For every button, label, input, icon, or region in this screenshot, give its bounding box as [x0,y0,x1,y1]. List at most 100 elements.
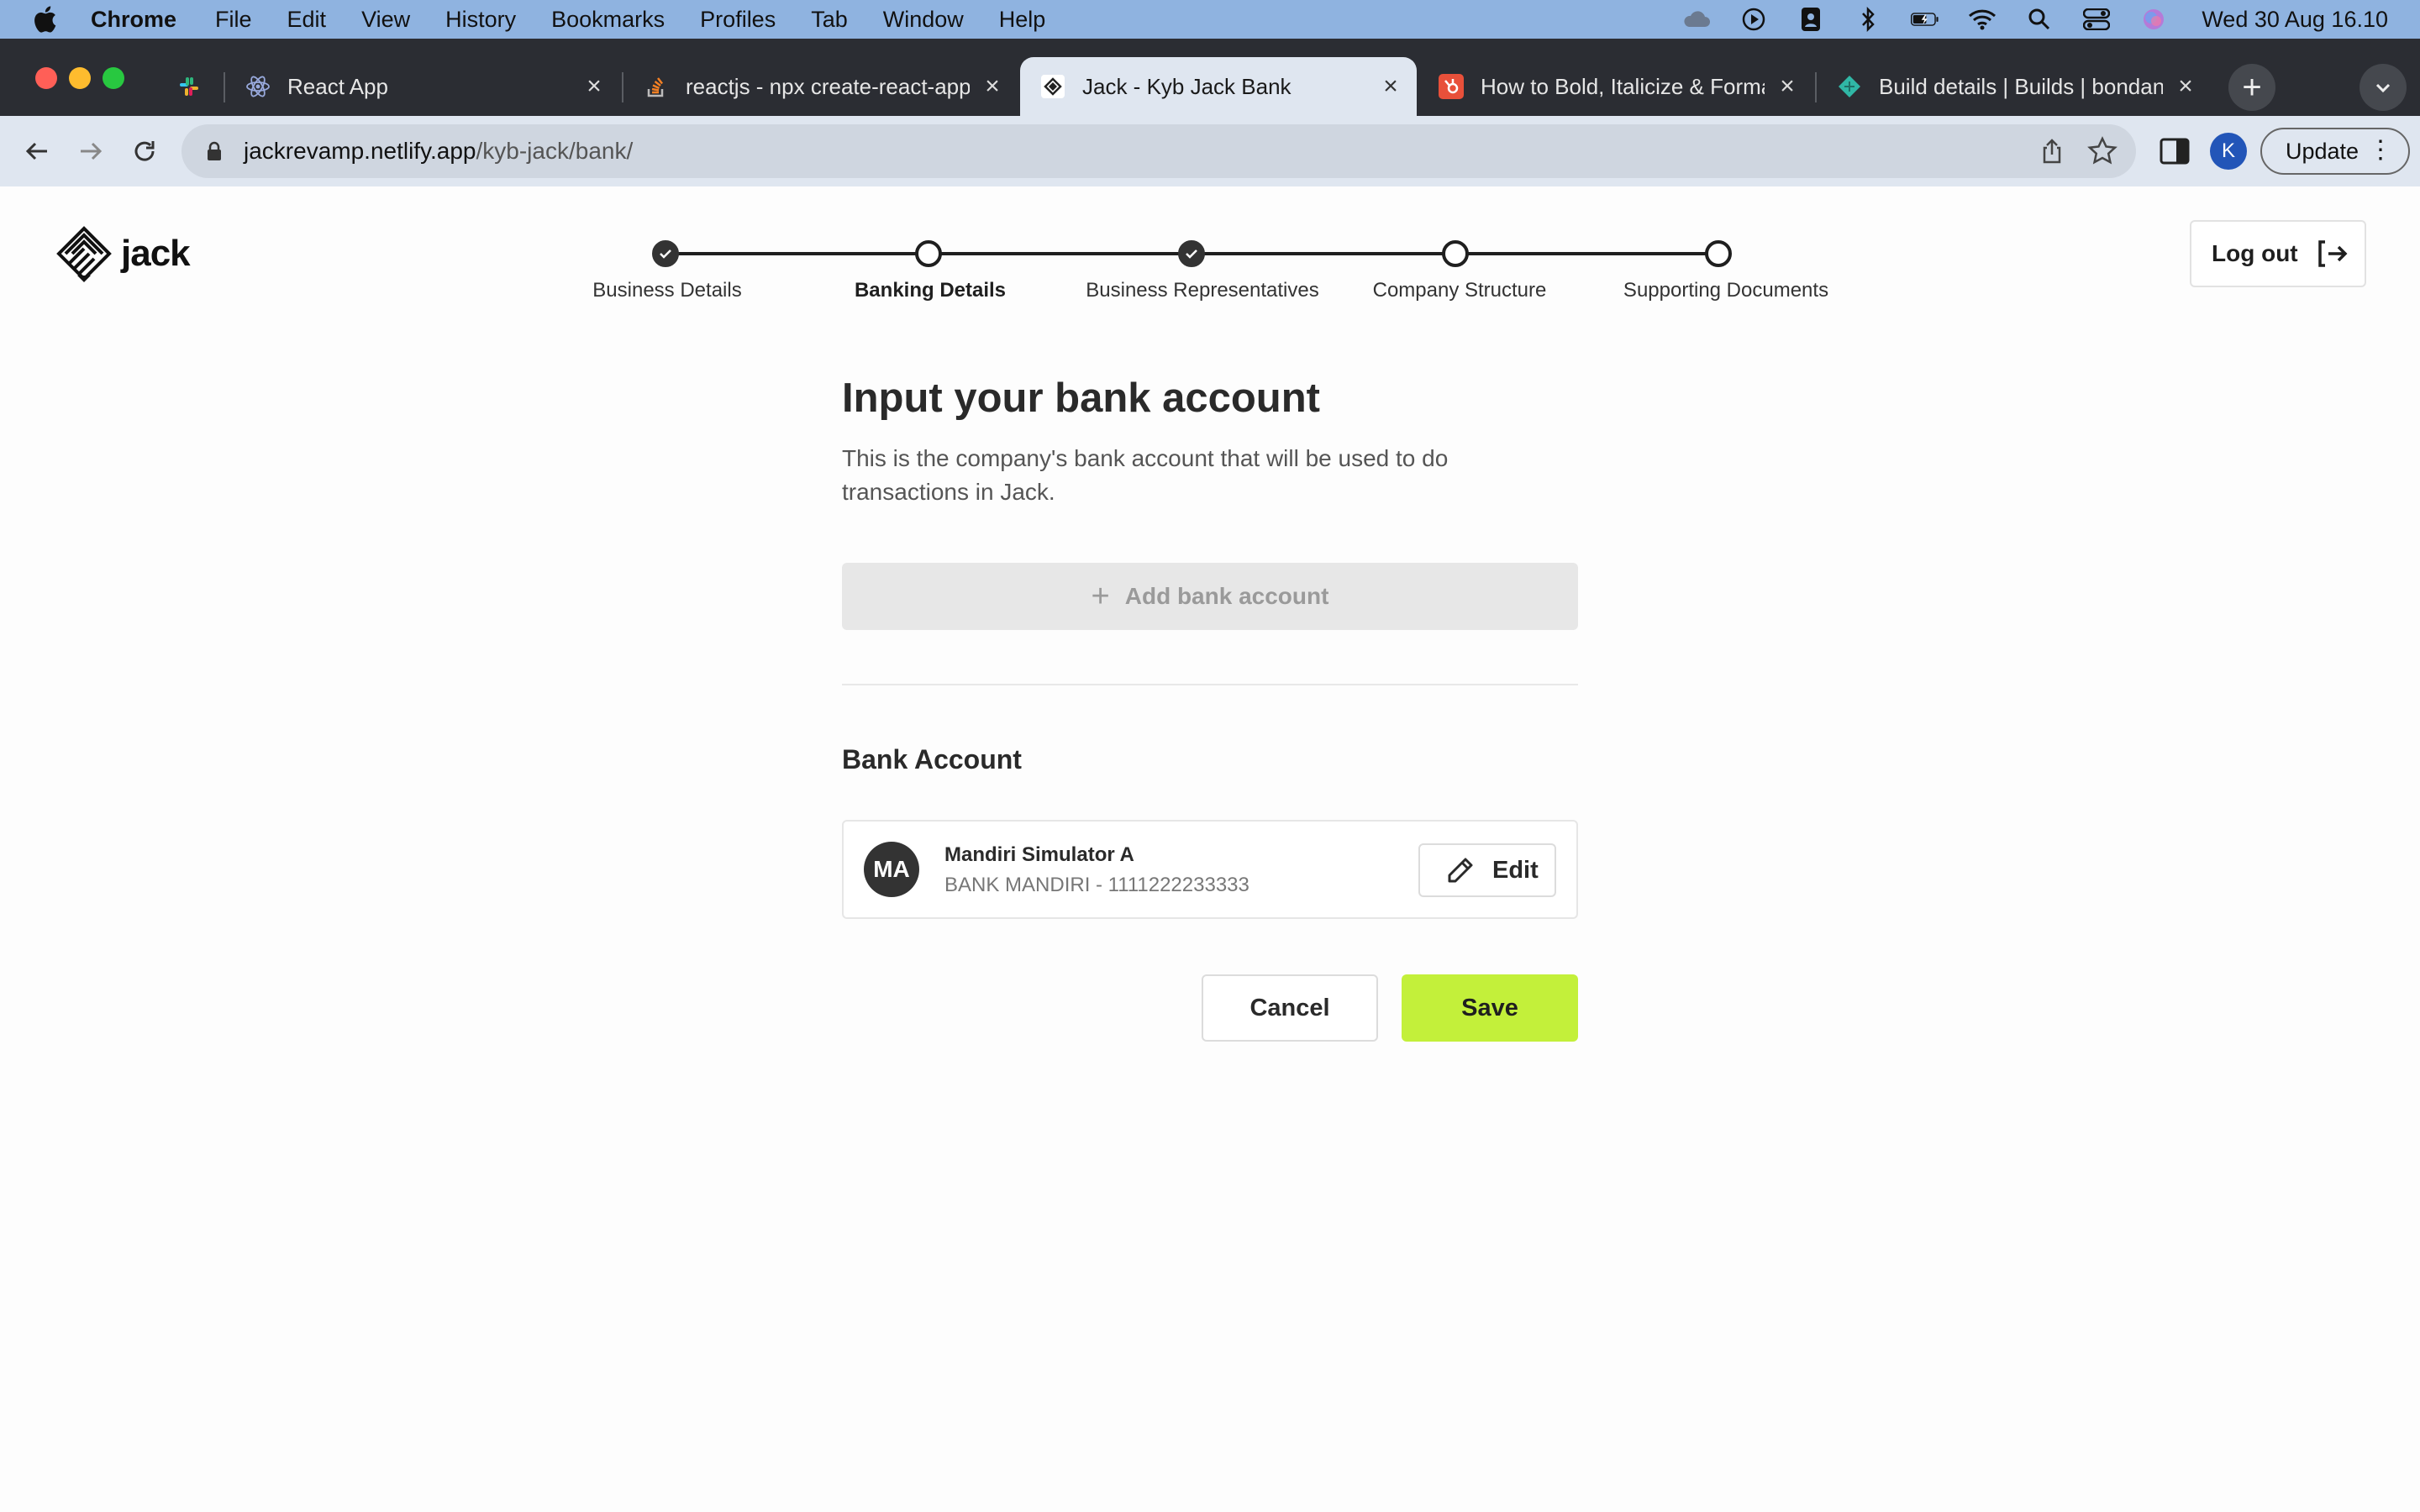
menu-file[interactable]: File [215,7,252,33]
macos-menu-bar: Chrome File Edit View History Bookmarks … [0,0,2420,39]
profile-avatar[interactable]: K [2210,133,2247,170]
menu-tab[interactable]: Tab [811,7,848,33]
tab-close-icon[interactable]: × [2173,72,2198,100]
browser-tab-strip: React App × reactjs - npx create-react-a… [0,39,2420,116]
step-connector [1192,252,1455,255]
step-connector [929,252,1192,255]
back-button[interactable] [17,131,57,171]
window-close-icon[interactable] [35,67,57,89]
tab-hubspot[interactable]: How to Bold, Italicize & Format × [1418,57,1813,116]
step-1-done[interactable] [652,240,679,267]
step-label-supporting-documents[interactable]: Supporting Documents [1623,279,1828,302]
tab-close-icon[interactable]: × [980,72,1005,100]
step-2-current[interactable] [915,240,942,267]
tab-netlify-build[interactable]: Build details | Builds | bondan- × [1817,57,2212,116]
cloud-icon[interactable] [1682,7,1711,32]
contacts-icon[interactable] [1797,7,1825,32]
window-minimize-icon[interactable] [69,67,91,89]
stackoverflow-icon [644,74,669,99]
menu-window[interactable]: Window [883,7,964,33]
update-label: Update [2286,138,2360,164]
bluetooth-icon[interactable] [1854,7,1882,32]
step-label-company-structure[interactable]: Company Structure [1373,279,1547,302]
battery-icon[interactable] [1911,7,1939,32]
url-host: jackrevamp.netlify.app [244,138,476,164]
hubspot-icon [1439,74,1464,99]
new-tab-button[interactable]: + [2228,64,2275,111]
window-zoom-icon[interactable] [103,67,124,89]
tab-title: reactjs - npx create-react-app [686,73,970,99]
plus-icon: + [1091,579,1110,614]
cancel-button[interactable]: Cancel [1202,974,1378,1042]
tab-close-icon[interactable]: × [1775,72,1800,100]
step-label-business-representatives[interactable]: Business Representatives [1086,279,1318,302]
tab-title: How to Bold, Italicize & Format [1481,73,1765,99]
tab-stackoverflow[interactable]: reactjs - npx create-react-app × [623,57,1018,116]
step-3-done[interactable] [1178,240,1205,267]
tab-close-icon[interactable]: × [581,72,607,100]
apple-logo-icon[interactable] [32,6,57,33]
wifi-icon[interactable] [1968,7,1996,32]
add-bank-account-label: Add bank account [1124,583,1329,609]
edit-label: Edit [1492,856,1539,884]
check-icon [660,249,671,259]
siri-icon[interactable] [2139,7,2168,32]
tab-close-icon[interactable]: × [1378,72,1403,100]
step-connector [1455,252,1718,255]
browser-toolbar: jackrevamp.netlify.app/kyb-jack/bank/ K … [0,116,2420,186]
spotlight-search-icon[interactable] [2025,7,2054,32]
address-bar[interactable]: jackrevamp.netlify.app/kyb-jack/bank/ [182,124,2136,178]
step-4-pending[interactable] [1442,240,1469,267]
account-bank-number: BANK MANDIRI - 1111222233333 [944,874,1249,896]
control-center-icon[interactable] [2082,7,2111,32]
account-holder-name: Mandiri Simulator A [944,843,1134,866]
forward-button[interactable] [71,131,111,171]
lock-icon[interactable] [202,139,227,164]
edit-account-button[interactable]: Edit [1418,843,1556,897]
share-icon[interactable] [2039,138,2065,165]
logout-icon [2317,240,2348,267]
tab-jack-kyb-active[interactable]: Jack - Kyb Jack Bank × [1020,57,1417,116]
bank-account-section-title: Bank Account [842,744,1022,774]
page-title: Input your bank account [842,375,1320,421]
bookmark-star-icon[interactable] [2087,136,2118,166]
tab-title: React App [287,73,388,99]
reload-icon [134,141,155,161]
play-icon[interactable] [1739,7,1768,32]
side-panel-icon[interactable] [2158,134,2191,168]
logout-button[interactable]: Log out [2190,220,2366,287]
menu-history[interactable]: History [445,7,516,33]
tab-search-button[interactable] [2360,64,2407,111]
tab-react-app[interactable]: React App × [225,57,620,116]
step-label-business-details[interactable]: Business Details [592,279,741,302]
page-subtitle: This is the company's bank account that … [842,445,1449,505]
save-button[interactable]: Save [1402,974,1578,1042]
step-connector [666,252,929,255]
progress-stepper: Business Details Banking Details Busines… [0,186,2420,321]
jack-icon [1040,74,1065,99]
step-5-pending[interactable] [1705,240,1732,267]
react-icon [245,74,271,99]
pencil-icon [1448,858,1473,883]
menu-bookmarks[interactable]: Bookmarks [551,7,665,33]
menu-view[interactable]: View [361,7,410,33]
update-button[interactable]: Update ⋮ [2260,128,2410,175]
menu-app-chrome[interactable]: Chrome [91,7,176,33]
tab-slack[interactable] [156,57,224,116]
tab-title: Jack - Kyb Jack Bank [1082,73,1292,99]
back-arrow-icon [25,142,47,160]
menu-help[interactable]: Help [999,7,1046,33]
page-content: jack Business Details Banking Details Bu… [0,186,2420,1512]
more-menu-icon[interactable]: ⋮ [2368,138,2393,163]
slack-icon [176,74,202,99]
forward-arrow-icon [81,142,103,160]
step-label-banking-details[interactable]: Banking Details [855,279,1006,302]
url-path: /kyb-jack/bank/ [476,138,634,164]
menubar-clock[interactable]: Wed 30 Aug 16.10 [2202,7,2388,33]
menu-profiles[interactable]: Profiles [700,7,776,33]
logout-label: Log out [2212,240,2298,266]
netlify-icon [1837,74,1862,99]
add-bank-account-button[interactable]: + Add bank account [842,563,1578,630]
reload-button[interactable] [124,131,165,171]
menu-edit[interactable]: Edit [287,7,327,33]
